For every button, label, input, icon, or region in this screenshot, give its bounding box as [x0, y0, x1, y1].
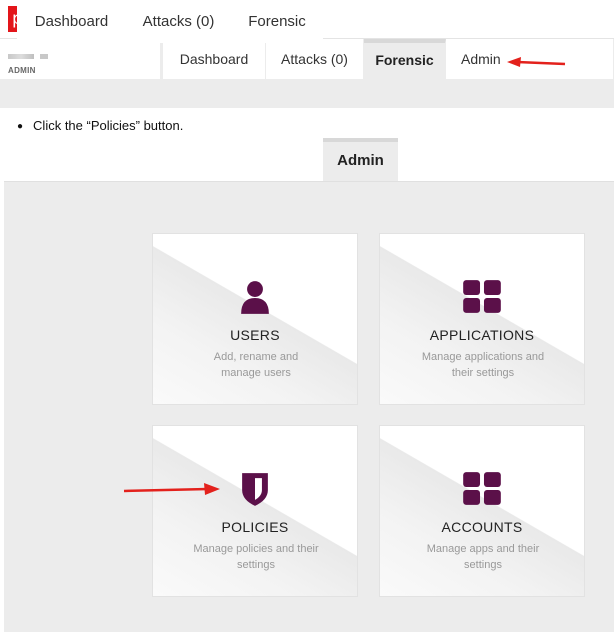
annotation-arrow-icon: [123, 483, 220, 495]
policies-description: Manage policies and their settings: [193, 543, 319, 571]
grid-icon: [463, 472, 501, 505]
applications-description: Manage applications and their settings: [421, 351, 545, 379]
applications-card[interactable]: APPLICATIONS Manage applications and the…: [379, 233, 585, 405]
annotation-arrow-icon: [507, 57, 566, 67]
admin-panel: USERS Add, rename and manage users APPLI…: [4, 182, 614, 632]
accounts-card[interactable]: ACCOUNTS Manage apps and their settings: [379, 425, 585, 597]
redacted-text: [40, 54, 48, 59]
tab-dashboard[interactable]: Dashboard: [163, 39, 266, 80]
content-strip: [0, 79, 614, 108]
tab-attacks[interactable]: Attacks (0): [266, 39, 364, 80]
users-title: USERS: [230, 327, 280, 343]
users-description: Add, rename and manage users: [213, 351, 299, 379]
bullet-icon: ●: [17, 121, 24, 132]
accounts-description: Manage apps and their settings: [426, 543, 540, 571]
tab-dashboard[interactable]: Dashboard: [17, 0, 126, 43]
tab-forensic[interactable]: Forensic: [364, 39, 446, 80]
policies-title: POLICIES: [221, 519, 289, 535]
users-card[interactable]: USERS Add, rename and manage users: [152, 233, 358, 405]
user-info: ADMIN: [0, 39, 160, 80]
tab-admin[interactable]: Admin: [323, 138, 398, 181]
grid-icon: [463, 280, 501, 313]
tab-attacks[interactable]: Attacks (0): [126, 0, 231, 43]
user-icon: [241, 281, 269, 314]
policies-card[interactable]: POLICIES Manage policies and their setti…: [152, 425, 358, 597]
redacted-account-name: [8, 54, 34, 59]
instruction-text: Click the “Policies” button.: [33, 118, 184, 133]
applications-title: APPLICATIONS: [429, 327, 535, 343]
user-role-label: ADMIN: [8, 66, 36, 75]
tab-forensic[interactable]: Forensic: [231, 0, 323, 43]
instruction-step: ● Click the “Policies” button.: [17, 118, 183, 133]
accounts-title: ACCOUNTS: [441, 519, 523, 535]
